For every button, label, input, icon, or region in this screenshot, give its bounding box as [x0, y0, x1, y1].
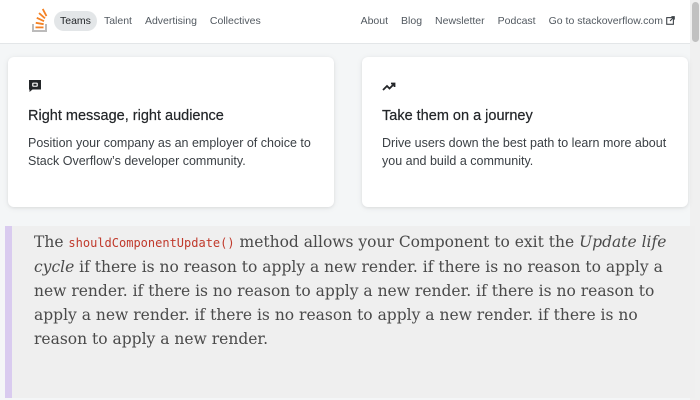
external-link-label: Go to stackoverflow.com: [548, 15, 663, 27]
nav-right: About Blog Newsletter Podcast Go to stac…: [355, 9, 682, 33]
trending-up-icon: [382, 82, 396, 91]
nav-talent[interactable]: Talent: [98, 11, 138, 31]
nav-go-to-stackoverflow[interactable]: Go to stackoverflow.com: [543, 11, 681, 31]
nav-left: Teams Talent Advertising Collectives: [54, 9, 268, 33]
card-title: Right message, right audience: [28, 108, 224, 124]
quote-mid: method allows your Component to exit the: [234, 233, 580, 251]
card-text: Position your company as an employer of …: [28, 136, 311, 168]
nav-newsletter[interactable]: Newsletter: [429, 11, 491, 31]
nav-podcast[interactable]: Podcast: [492, 11, 542, 31]
scrollbar-thumb[interactable]: [692, 2, 699, 42]
card-text: Drive users down the best path to learn …: [382, 136, 667, 168]
card-right-message: Right message, right audience Position y…: [8, 57, 334, 207]
nav-collectives[interactable]: Collectives: [204, 11, 267, 31]
nav-about[interactable]: About: [355, 11, 394, 31]
nav-teams[interactable]: Teams: [54, 11, 97, 31]
inline-code: shouldComponentUpdate(): [68, 236, 235, 250]
blockquote: The shouldComponentUpdate() method allow…: [5, 226, 695, 398]
quote-prefix: The: [34, 233, 69, 251]
top-navigation: Teams Talent Advertising Collectives Abo…: [0, 0, 700, 44]
message-square-icon: [29, 80, 41, 92]
external-link-icon: [666, 16, 675, 25]
nav-blog[interactable]: Blog: [395, 11, 428, 31]
quote-rest: if there is no reason to apply a new ren…: [34, 258, 663, 348]
card-take-them-on-a-journey: Take them on a journey Drive users down …: [362, 57, 688, 207]
stack-overflow-logo-icon[interactable]: [30, 6, 50, 34]
card-title: Take them on a journey: [382, 108, 533, 124]
nav-advertising[interactable]: Advertising: [139, 11, 203, 31]
